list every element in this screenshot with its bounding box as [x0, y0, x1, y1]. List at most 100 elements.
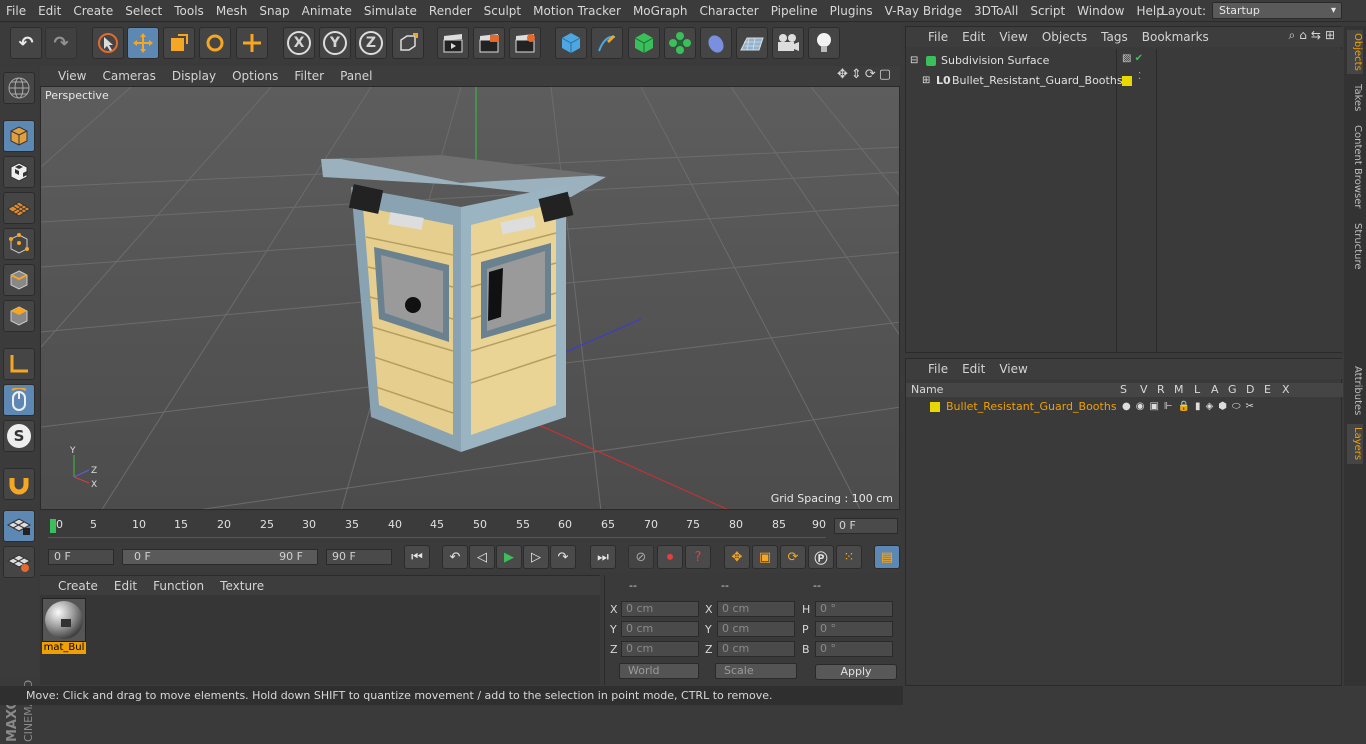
- menu-render[interactable]: Render: [423, 0, 478, 22]
- tab-objects[interactable]: Objects: [1347, 30, 1363, 74]
- frame-range-slider[interactable]: 0 F 90 F: [122, 549, 318, 565]
- objects-menu-view[interactable]: View: [992, 27, 1034, 47]
- go-to-end-button[interactable]: ⏭: [590, 545, 616, 569]
- size-y-field[interactable]: 0 cm: [717, 621, 795, 637]
- col-expressions[interactable]: E: [1264, 383, 1271, 397]
- col-name[interactable]: Name: [911, 383, 943, 397]
- objects-menu-tags[interactable]: Tags: [1094, 27, 1135, 47]
- coordinate-system-button[interactable]: [392, 27, 424, 59]
- pos-y-field[interactable]: 0 cm: [621, 621, 699, 637]
- material-menu-texture[interactable]: Texture: [212, 576, 272, 596]
- size-mode-dropdown[interactable]: Scale: [715, 663, 797, 679]
- tab-content-browser[interactable]: Content Browser: [1347, 122, 1363, 212]
- rot-b-field[interactable]: 0 °: [815, 641, 893, 657]
- undo-button[interactable]: ↶: [10, 27, 42, 59]
- menu-window[interactable]: Window: [1071, 0, 1130, 22]
- col-locked[interactable]: L: [1194, 383, 1200, 397]
- pos-z-field[interactable]: 0 cm: [621, 641, 699, 657]
- tab-layers[interactable]: Layers: [1347, 424, 1363, 464]
- x-axis-button[interactable]: X: [283, 27, 315, 59]
- viewport-menu-panel[interactable]: Panel: [332, 66, 380, 86]
- record-keys-button[interactable]: ⊘: [628, 545, 654, 569]
- redo-button[interactable]: ↷: [45, 27, 77, 59]
- menu-mograph[interactable]: MoGraph: [627, 0, 694, 22]
- key-scale-button[interactable]: ▣: [752, 545, 778, 569]
- tweak-mode-button[interactable]: [3, 384, 35, 416]
- render-settings-button[interactable]: [509, 27, 541, 59]
- menu-3dtoall[interactable]: 3DToAll: [968, 0, 1024, 22]
- key-rotation-button[interactable]: ⟳: [780, 545, 806, 569]
- objects-search-home-icons[interactable]: ⌕⌂⇆⊞: [1289, 28, 1339, 43]
- rot-h-field[interactable]: 0 °: [815, 601, 893, 617]
- timeline[interactable]: 0 5 10 15 20 25 30 35 40 45 50 55 60 65 …: [40, 512, 900, 542]
- edge-mode-button[interactable]: [3, 264, 35, 296]
- next-frame-button[interactable]: ▷: [523, 545, 549, 569]
- col-manager[interactable]: M: [1174, 383, 1184, 397]
- autokey-button[interactable]: ⏺: [657, 545, 683, 569]
- visibility-dots-icon[interactable]: ⁚: [1138, 71, 1141, 82]
- keyframe-selection-button[interactable]: ?: [685, 545, 711, 569]
- tab-structure[interactable]: Structure: [1347, 218, 1363, 274]
- live-selection-button[interactable]: [92, 27, 124, 59]
- layer-color-swatch[interactable]: [1122, 76, 1132, 86]
- viewport-menu-filter[interactable]: Filter: [286, 66, 332, 86]
- apply-button[interactable]: Apply: [815, 664, 897, 680]
- pos-x-field[interactable]: 0 cm: [621, 601, 699, 617]
- planar-workplane-button[interactable]: [3, 546, 35, 578]
- tab-takes[interactable]: Takes: [1347, 80, 1363, 116]
- menu-pipeline[interactable]: Pipeline: [765, 0, 824, 22]
- layers-menu-view[interactable]: View: [992, 359, 1034, 379]
- size-x-field[interactable]: 0 cm: [717, 601, 795, 617]
- locked-workplane-button[interactable]: [3, 510, 35, 542]
- subdivision-surface-button[interactable]: [628, 27, 660, 59]
- menu-edit[interactable]: Edit: [32, 0, 67, 22]
- light-button[interactable]: [808, 27, 840, 59]
- y-axis-button[interactable]: Y: [319, 27, 351, 59]
- deformer-button[interactable]: [700, 27, 732, 59]
- menu-character[interactable]: Character: [693, 0, 764, 22]
- objects-menu-bookmarks[interactable]: Bookmarks: [1135, 27, 1216, 47]
- viewport-nav-icons[interactable]: ✥⇕⟳▢: [837, 67, 894, 82]
- col-xref[interactable]: X: [1282, 383, 1290, 397]
- menu-create[interactable]: Create: [67, 0, 119, 22]
- snap-button[interactable]: S: [3, 420, 35, 452]
- objects-menu-file[interactable]: File: [906, 27, 955, 47]
- material-menu-create[interactable]: Create: [40, 576, 106, 596]
- object-row-guard-booths[interactable]: ⊞ L0 Bullet_Resistant_Guard_Booths: [906, 71, 1123, 91]
- pen-spline-button[interactable]: [591, 27, 623, 59]
- layer-flag-icons[interactable]: ●◉▣⊩🔒▮◈⬢⬭✂: [1122, 399, 1259, 415]
- enable-axis-button[interactable]: [3, 348, 35, 380]
- layout-select[interactable]: Startup: [1212, 2, 1342, 19]
- menu-mesh[interactable]: Mesh: [210, 0, 254, 22]
- viewport-menu-options[interactable]: Options: [224, 66, 286, 86]
- col-render[interactable]: R: [1157, 383, 1165, 397]
- workplane-mode-button[interactable]: [3, 192, 35, 224]
- scale-tool-button[interactable]: [163, 27, 195, 59]
- rot-p-field[interactable]: 0 °: [815, 621, 893, 637]
- viewport-menu-cameras[interactable]: Cameras: [94, 66, 163, 86]
- menu-animate[interactable]: Animate: [296, 0, 358, 22]
- key-pla-button[interactable]: ⁙: [836, 545, 862, 569]
- menu-script[interactable]: Script: [1024, 0, 1071, 22]
- make-editable-button[interactable]: [3, 72, 35, 104]
- z-axis-button[interactable]: Z: [355, 27, 387, 59]
- object-row-subdivision-surface[interactable]: ⊟ Subdivision Surface: [906, 51, 1116, 71]
- col-view[interactable]: V: [1140, 383, 1148, 397]
- previous-frame-button[interactable]: ◁: [469, 545, 495, 569]
- menu-vray-bridge[interactable]: V-Ray Bridge: [879, 0, 968, 22]
- menu-sculpt[interactable]: Sculpt: [478, 0, 527, 22]
- next-keyframe-button[interactable]: ↷: [550, 545, 576, 569]
- key-parameter-button[interactable]: Ⓟ: [808, 545, 834, 569]
- material-menu-edit[interactable]: Edit: [106, 576, 145, 596]
- objects-menu-edit[interactable]: Edit: [955, 27, 992, 47]
- layer-row[interactable]: Bullet_Resistant_Guard_Booths ●◉▣⊩🔒▮◈⬢⬭✂: [906, 399, 1343, 415]
- menu-snap[interactable]: Snap: [253, 0, 295, 22]
- col-deformers[interactable]: D: [1246, 383, 1254, 397]
- cloner-button[interactable]: [664, 27, 696, 59]
- tab-attributes[interactable]: Attributes: [1347, 362, 1363, 420]
- menu-simulate[interactable]: Simulate: [358, 0, 423, 22]
- render-view-button[interactable]: [437, 27, 469, 59]
- previous-keyframe-button[interactable]: ↶: [442, 545, 468, 569]
- texture-mode-button[interactable]: [3, 156, 35, 188]
- camera-button[interactable]: [772, 27, 804, 59]
